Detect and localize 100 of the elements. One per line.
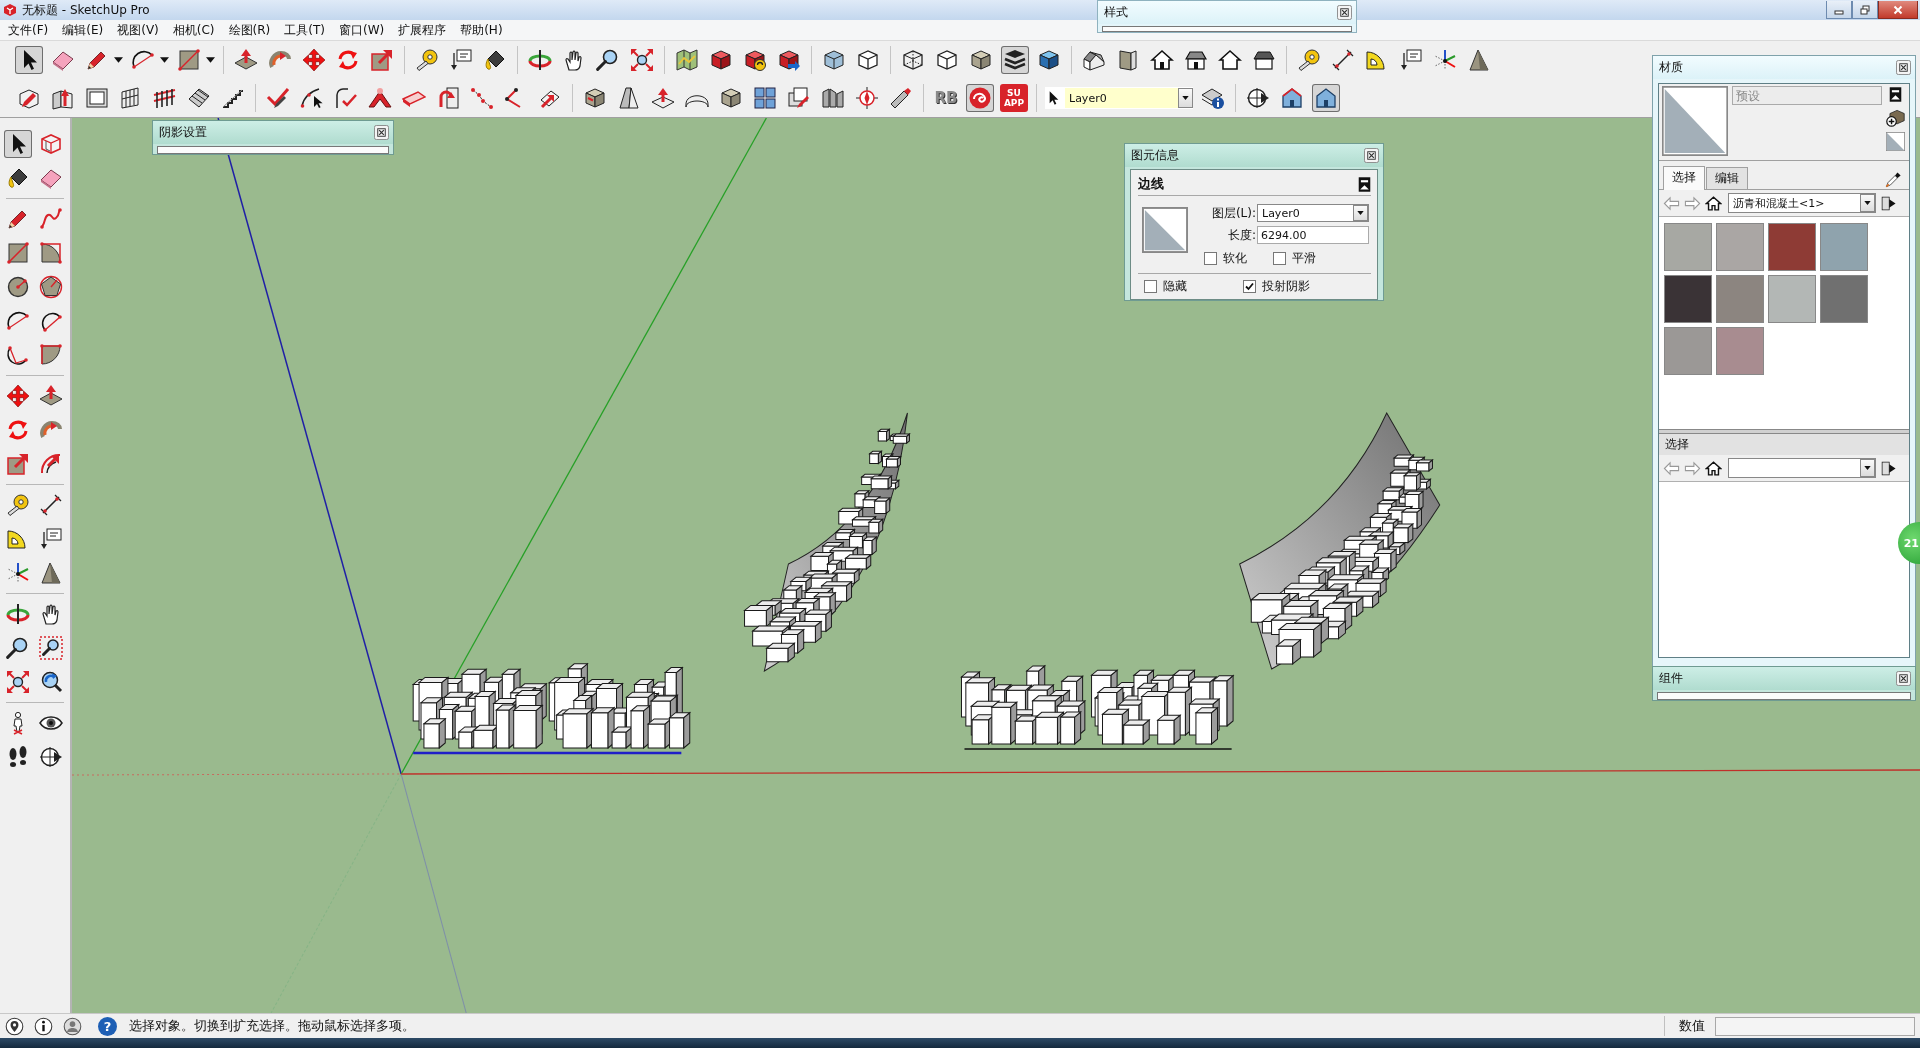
close-icon[interactable] xyxy=(1364,148,1379,163)
section-header: 选择 xyxy=(1659,434,1909,455)
zoom-extents-icon[interactable] xyxy=(628,46,656,74)
panel-title-bar[interactable]: 材质 xyxy=(1653,56,1915,79)
panel-title-bar[interactable]: 组件 xyxy=(1653,667,1915,690)
location-pin-icon[interactable] xyxy=(5,1016,24,1036)
panel-title-bar[interactable]: 图元信息 xyxy=(1125,144,1383,167)
menu-item[interactable]: 文件(F) xyxy=(1,21,56,39)
dropdown-button[interactable] xyxy=(1353,205,1368,221)
user-avatar-icon[interactable] xyxy=(63,1016,82,1036)
default-material-icon[interactable] xyxy=(1886,132,1905,151)
house-icon[interactable] xyxy=(1312,84,1340,112)
measurements-label: 数值 xyxy=(1679,1017,1705,1035)
checkbox[interactable] xyxy=(1273,252,1286,265)
swirl-icon[interactable] xyxy=(966,84,994,112)
material-preview-icon[interactable] xyxy=(1142,207,1188,253)
material-swatch-icon[interactable] xyxy=(1716,223,1764,271)
entity-type-label: 边线 xyxy=(1138,175,1164,193)
app-tile-button[interactable]: SU APP xyxy=(1000,84,1028,112)
material-swatch-icon[interactable] xyxy=(1664,275,1712,323)
rectangle-icon[interactable] xyxy=(175,46,203,74)
material-swatch-icon[interactable] xyxy=(1820,275,1868,323)
eyedropper-icon[interactable] xyxy=(1884,170,1903,189)
zoom-extents-icon[interactable] xyxy=(4,668,32,696)
material-swatch-icon[interactable] xyxy=(1716,275,1764,323)
building-blocks-drawing[interactable] xyxy=(961,665,1234,745)
collapse-icon[interactable] xyxy=(1358,175,1371,193)
field-label: 长度: xyxy=(1226,226,1256,244)
material-swatch-icon[interactable] xyxy=(1820,223,1868,271)
library-dropdown[interactable]: 沥青和混凝土<1> xyxy=(1728,193,1876,213)
details-arrow-icon[interactable] xyxy=(1880,194,1897,212)
close-button[interactable] xyxy=(1878,1,1918,19)
checkbox[interactable] xyxy=(1204,252,1217,265)
collapse-icon[interactable] xyxy=(1889,86,1902,103)
menu-item[interactable]: 帮助(H) xyxy=(453,21,510,39)
details-arrow-icon[interactable] xyxy=(1880,459,1897,477)
panel-title-bar[interactable]: 阴影设置 xyxy=(153,121,393,144)
menu-item[interactable]: 窗口(W) xyxy=(331,21,392,39)
close-icon[interactable] xyxy=(374,125,389,140)
layer-dropdown[interactable]: Layer0 xyxy=(1065,88,1193,108)
home-icon[interactable] xyxy=(1705,459,1722,477)
dropdown-button[interactable] xyxy=(1860,459,1875,477)
caret-icon[interactable] xyxy=(114,57,123,63)
menu-item[interactable]: 相机(C) xyxy=(165,21,222,39)
curved-city-model-drawing[interactable] xyxy=(1239,412,1441,670)
compass-icon[interactable] xyxy=(853,84,881,112)
zoom-window-icon[interactable] xyxy=(37,634,65,662)
help-button[interactable]: ? xyxy=(98,1016,117,1036)
material-swatch-icon[interactable] xyxy=(1768,223,1816,271)
info-icon[interactable] xyxy=(34,1016,53,1036)
pointer-icon[interactable] xyxy=(15,46,43,74)
home-icon[interactable] xyxy=(1705,194,1722,212)
caret-icon xyxy=(1357,211,1364,215)
menu-item[interactable]: 工具(T) xyxy=(277,21,332,39)
move-arrows-icon[interactable] xyxy=(4,382,32,410)
dropdown-button[interactable] xyxy=(1860,194,1875,212)
caret-icon[interactable] xyxy=(160,57,169,63)
back-arrow-icon[interactable] xyxy=(1663,459,1680,477)
material-swatch-icon[interactable] xyxy=(1716,327,1764,375)
panel-title: 图元信息 xyxy=(1131,147,1179,164)
restore-button[interactable] xyxy=(1852,1,1878,19)
status-message: 选择对象。切换到扩充选择。拖动鼠标选择多项。 xyxy=(129,1017,415,1035)
pointer-icon xyxy=(1049,91,1059,105)
material-swatch-icon[interactable] xyxy=(1664,327,1712,375)
curved-city-model-drawing[interactable] xyxy=(744,412,910,672)
material-swatch-icon[interactable] xyxy=(1768,275,1816,323)
rectangle-icon[interactable] xyxy=(4,239,32,267)
checkbox[interactable] xyxy=(1144,280,1157,293)
minimize-button[interactable] xyxy=(1826,1,1852,19)
panel-tab[interactable]: 编辑 xyxy=(1706,167,1748,189)
close-icon[interactable] xyxy=(1896,671,1911,686)
box-plus-icon[interactable] xyxy=(1886,108,1905,127)
close-icon[interactable] xyxy=(1337,5,1352,20)
panel-tab[interactable]: 选择 xyxy=(1663,166,1705,190)
building-blocks-drawing[interactable] xyxy=(412,663,691,749)
panel-title-bar[interactable]: 样式 xyxy=(1098,1,1356,24)
length-field[interactable]: 6294.00 xyxy=(1257,226,1369,244)
stacked-layers-icon[interactable] xyxy=(1001,46,1029,74)
cube-grid-icon[interactable] xyxy=(751,84,779,112)
dropdown-button[interactable] xyxy=(1178,88,1193,108)
move-arrows-icon[interactable] xyxy=(300,46,328,74)
panel-title: 材质 xyxy=(1659,59,1683,76)
menu-item[interactable]: 编辑(E) xyxy=(55,21,111,39)
polygon-icon[interactable] xyxy=(37,273,65,301)
material-swatch-icon[interactable] xyxy=(1664,223,1712,271)
menu-item[interactable]: 视图(V) xyxy=(110,21,166,39)
material-name-field[interactable]: 预设 xyxy=(1732,86,1882,105)
map-icon[interactable] xyxy=(673,46,701,74)
material-preview-icon[interactable] xyxy=(1662,86,1728,156)
layer-dropdown[interactable]: Layer0 xyxy=(1257,204,1369,222)
menu-item[interactable]: 扩展程序 xyxy=(391,21,454,39)
back-arrow-icon[interactable] xyxy=(1663,194,1680,212)
caret-icon[interactable] xyxy=(206,57,215,63)
pointer-icon[interactable] xyxy=(4,130,32,158)
close-icon[interactable] xyxy=(1896,60,1911,75)
quarter-arc-square-icon[interactable] xyxy=(37,239,65,267)
menu-item[interactable]: 绘图(R) xyxy=(221,21,278,39)
checkbox-label: 隐藏 xyxy=(1163,278,1187,295)
measurements-field[interactable] xyxy=(1715,1016,1915,1036)
checkbox[interactable] xyxy=(1243,280,1256,293)
